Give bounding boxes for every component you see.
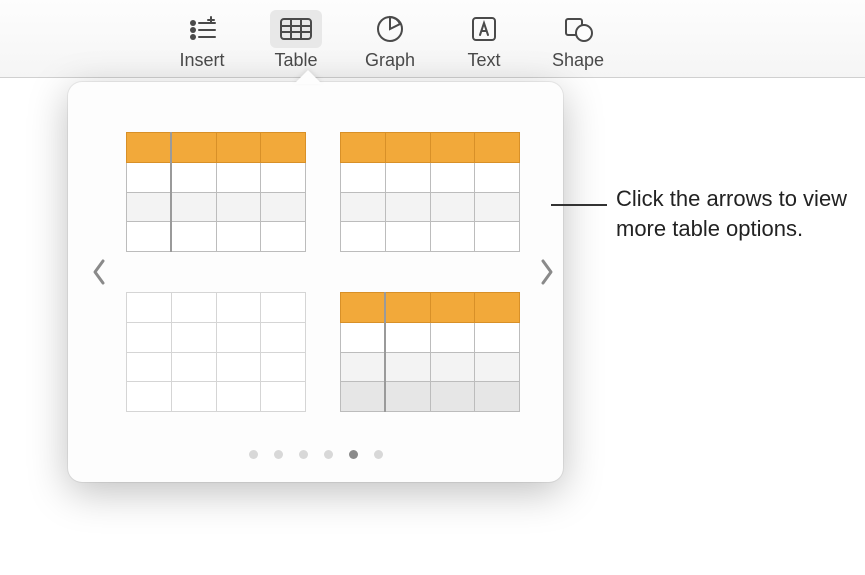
toolbar-item-shape[interactable]: Shape	[531, 8, 625, 71]
toolbar-item-table[interactable]: Table	[249, 8, 343, 71]
toolbar-label: Table	[274, 50, 317, 71]
graph-icon	[364, 10, 416, 48]
page-dots	[88, 450, 543, 459]
callout-leader-line	[551, 204, 607, 206]
page-dot[interactable]	[299, 450, 308, 459]
shape-icon	[552, 10, 604, 48]
table-style-option[interactable]	[340, 292, 520, 412]
next-page-arrow[interactable]	[532, 242, 562, 302]
toolbar-label: Shape	[552, 50, 604, 71]
prev-page-arrow[interactable]	[84, 242, 114, 302]
table-styles-popover	[68, 82, 563, 482]
page-dot[interactable]	[249, 450, 258, 459]
table-style-grid	[118, 132, 528, 412]
toolbar-label: Text	[467, 50, 500, 71]
page-dot[interactable]	[349, 450, 358, 459]
page-dot[interactable]	[274, 450, 283, 459]
table-style-option[interactable]	[340, 132, 520, 252]
chevron-right-icon	[538, 257, 556, 287]
table-icon	[270, 10, 322, 48]
toolbar: Insert Table Graph	[0, 0, 865, 78]
table-style-option[interactable]	[126, 292, 306, 412]
text-icon	[458, 10, 510, 48]
callout-text: Click the arrows to view more table opti…	[616, 184, 856, 243]
insert-icon	[176, 10, 228, 48]
toolbar-item-insert[interactable]: Insert	[155, 8, 249, 71]
toolbar-label: Graph	[365, 50, 415, 71]
popover-body	[88, 112, 543, 432]
page-dot[interactable]	[374, 450, 383, 459]
popover-caret	[294, 70, 322, 84]
toolbar-label: Insert	[179, 50, 224, 71]
table-style-option[interactable]	[126, 132, 306, 252]
chevron-left-icon	[90, 257, 108, 287]
page-dot[interactable]	[324, 450, 333, 459]
toolbar-item-text[interactable]: Text	[437, 8, 531, 71]
toolbar-item-graph[interactable]: Graph	[343, 8, 437, 71]
